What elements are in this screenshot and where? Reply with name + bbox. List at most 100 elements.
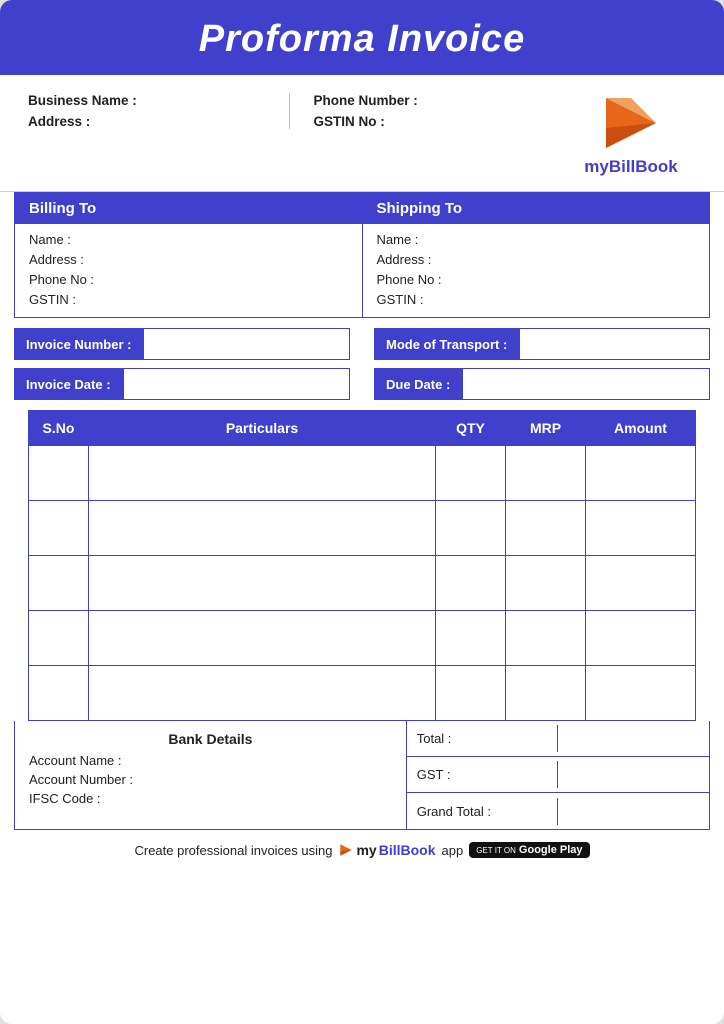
shipping-phone: Phone No : [377,272,696,287]
cell-amount [586,556,696,611]
grand-total-value [558,805,709,817]
cell-particulars [89,501,436,556]
billing-to-header: Billing To [15,193,362,224]
footer-text: Create professional invoices using [134,843,332,858]
col-mrp: MRP [506,411,586,446]
logo-billbook: BillBook [609,157,678,176]
items-table: S.No Particulars QTY MRP Amount [28,410,696,721]
shipping-name: Name : [377,232,696,247]
mode-transport-input[interactable] [519,328,710,360]
col-qty: QTY [436,411,506,446]
due-date-label: Due Date : [374,368,462,400]
invoice-number-label: Invoice Number : [14,328,143,360]
total-value [558,733,709,745]
business-phone-label: Phone Number : [314,93,567,108]
header-banner: Proforma Invoice [0,0,724,75]
google-play-badge: GET IT ON Google Play [469,842,589,858]
business-name-label: Business Name : [28,93,281,108]
cell-particulars [89,611,436,666]
col-amount: Amount [586,411,696,446]
due-date-group: Due Date : [374,368,710,400]
col-sno: S.No [29,411,89,446]
invoice-number-group: Invoice Number : [14,328,350,360]
cell-qty [436,501,506,556]
cell-mrp [506,666,586,721]
billing-to-fields: Name : Address : Phone No : GSTIN : [15,224,362,317]
due-date-input[interactable] [462,368,710,400]
mode-transport-label: Mode of Transport : [374,328,519,360]
shipping-to-col: Shipping To Name : Address : Phone No : … [362,192,711,318]
mybillbook-logo-text: myBillBook [584,157,678,177]
grand-total-row: Grand Total : [407,793,709,829]
bank-details: Bank Details Account Name : Account Numb… [15,721,407,829]
cell-sno [29,611,89,666]
footer-logo-icon [338,843,354,857]
table-row [29,446,696,501]
cell-mrp [506,611,586,666]
bank-details-title: Bank Details [29,731,392,747]
shipping-to-header: Shipping To [363,193,710,224]
gst-row: GST : [407,757,709,793]
cell-particulars [89,556,436,611]
invoice-date-input[interactable] [123,368,350,400]
invoice-date-row: Invoice Date : Due Date : [0,360,724,410]
invoice-page: Proforma Invoice Business Name : Address… [0,0,724,1024]
mode-transport-group: Mode of Transport : [374,328,710,360]
cell-amount [586,446,696,501]
total-row: Total : [407,721,709,757]
items-table-wrap: S.No Particulars QTY MRP Amount [0,410,724,721]
invoice-date-group: Invoice Date : [14,368,350,400]
page-title: Proforma Invoice [0,18,724,61]
billing-to-col: Billing To Name : Address : Phone No : G… [14,192,362,318]
cell-particulars [89,446,436,501]
totals-col: Total : GST : Grand Total : [407,721,709,829]
cell-particulars [89,666,436,721]
billing-address: Address : [29,252,348,267]
cell-sno [29,556,89,611]
google-play-name: Google Play [519,844,583,856]
table-row [29,556,696,611]
billing-gstin: GSTIN : [29,292,348,307]
cell-qty [436,666,506,721]
total-label: Total : [407,725,559,752]
billing-name: Name : [29,232,348,247]
table-row [29,666,696,721]
cell-amount [586,611,696,666]
business-left: Business Name : Address : [28,93,281,129]
footer: Create professional invoices using myBil… [0,830,724,866]
col-particulars: Particulars [89,411,436,446]
ifsc-code-label: IFSC Code : [29,791,392,806]
table-row [29,501,696,556]
cell-amount [586,501,696,556]
business-gstin-label: GSTIN No : [314,114,567,129]
business-middle: Phone Number : GSTIN No : [289,93,567,129]
cell-sno [29,666,89,721]
shipping-to-fields: Name : Address : Phone No : GSTIN : [363,224,710,317]
shipping-gstin: GSTIN : [377,292,696,307]
cell-amount [586,666,696,721]
cell-qty [436,556,506,611]
cell-sno [29,446,89,501]
account-number-label: Account Number : [29,772,392,787]
footer-billbook: BillBook [379,842,436,858]
business-logo: myBillBook [566,93,696,177]
logo-my: my [584,157,609,176]
shipping-address: Address : [377,252,696,267]
gst-label: GST : [407,761,559,788]
footer-app-label: app [442,843,464,858]
table-row [29,611,696,666]
table-header-row: S.No Particulars QTY MRP Amount [29,411,696,446]
account-name-label: Account Name : [29,753,392,768]
business-address-label: Address : [28,114,281,129]
billing-phone: Phone No : [29,272,348,287]
cell-qty [436,611,506,666]
grand-total-label: Grand Total : [407,798,559,825]
invoice-number-row: Invoice Number : Mode of Transport : [0,318,724,360]
invoice-number-input[interactable] [143,328,350,360]
cell-mrp [506,556,586,611]
cell-mrp [506,446,586,501]
billing-section: Billing To Name : Address : Phone No : G… [14,192,710,318]
footer-my: my [356,842,376,858]
cell-qty [436,446,506,501]
footer-logo: myBillBook [338,842,435,858]
